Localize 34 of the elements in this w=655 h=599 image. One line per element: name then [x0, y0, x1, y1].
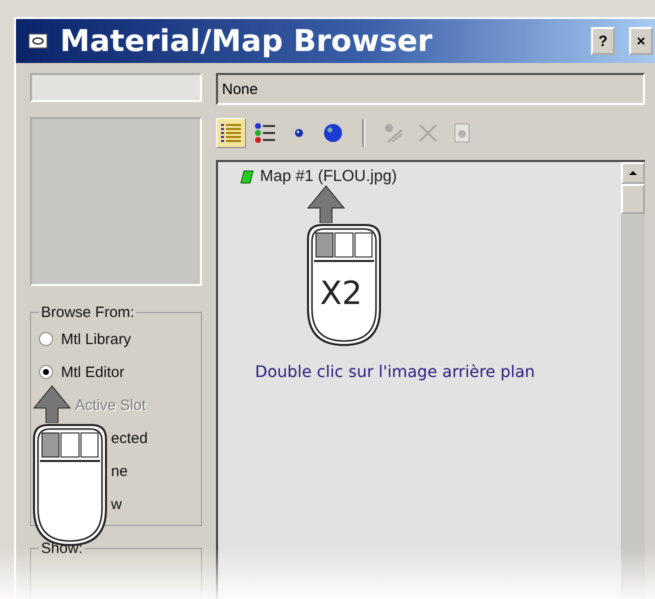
radio-label: Mtl Editor	[61, 364, 124, 381]
arrow-icon	[32, 385, 72, 423]
radio-label: ected	[111, 430, 148, 447]
help-button[interactable]: ?	[591, 27, 615, 55]
window-icon	[28, 33, 48, 49]
radio-label: ne	[111, 462, 128, 480]
instruction-caption: Double clic sur l'image arrière plan	[255, 362, 535, 381]
path-field[interactable]: None	[216, 73, 645, 105]
arrow-icon	[306, 185, 346, 223]
map-icon	[240, 170, 254, 184]
scroll-thumb[interactable]	[621, 184, 645, 214]
document-icon	[454, 123, 470, 143]
radio-button[interactable]	[39, 332, 53, 346]
radio-label: Mtl Library	[61, 330, 132, 348]
name-field[interactable]	[30, 73, 202, 102]
up-arrow-icon	[628, 170, 638, 176]
group-title: Browse From:	[40, 304, 136, 321]
list-icon	[219, 121, 243, 145]
radio-button[interactable]	[39, 365, 53, 380]
close-button[interactable]: ×	[629, 27, 653, 55]
scrollbar[interactable]	[621, 162, 645, 599]
sphere-icon	[324, 124, 342, 142]
list-item[interactable]: Map #1 (FLOU.jpg)	[240, 168, 397, 186]
group-title: Show:	[40, 540, 84, 557]
click-count: X2	[320, 277, 362, 309]
small-sphere-icon	[295, 129, 303, 137]
radio-label: w	[111, 496, 122, 513]
delete-icon	[418, 123, 438, 143]
colored-list-icon	[253, 121, 277, 145]
scroll-up-button[interactable]	[621, 162, 645, 184]
radio-label: Active Slot	[75, 396, 146, 414]
window-title: Material/Map Browser	[60, 24, 434, 58]
list-tool-button[interactable]	[216, 118, 246, 148]
assign-icon	[384, 123, 404, 143]
